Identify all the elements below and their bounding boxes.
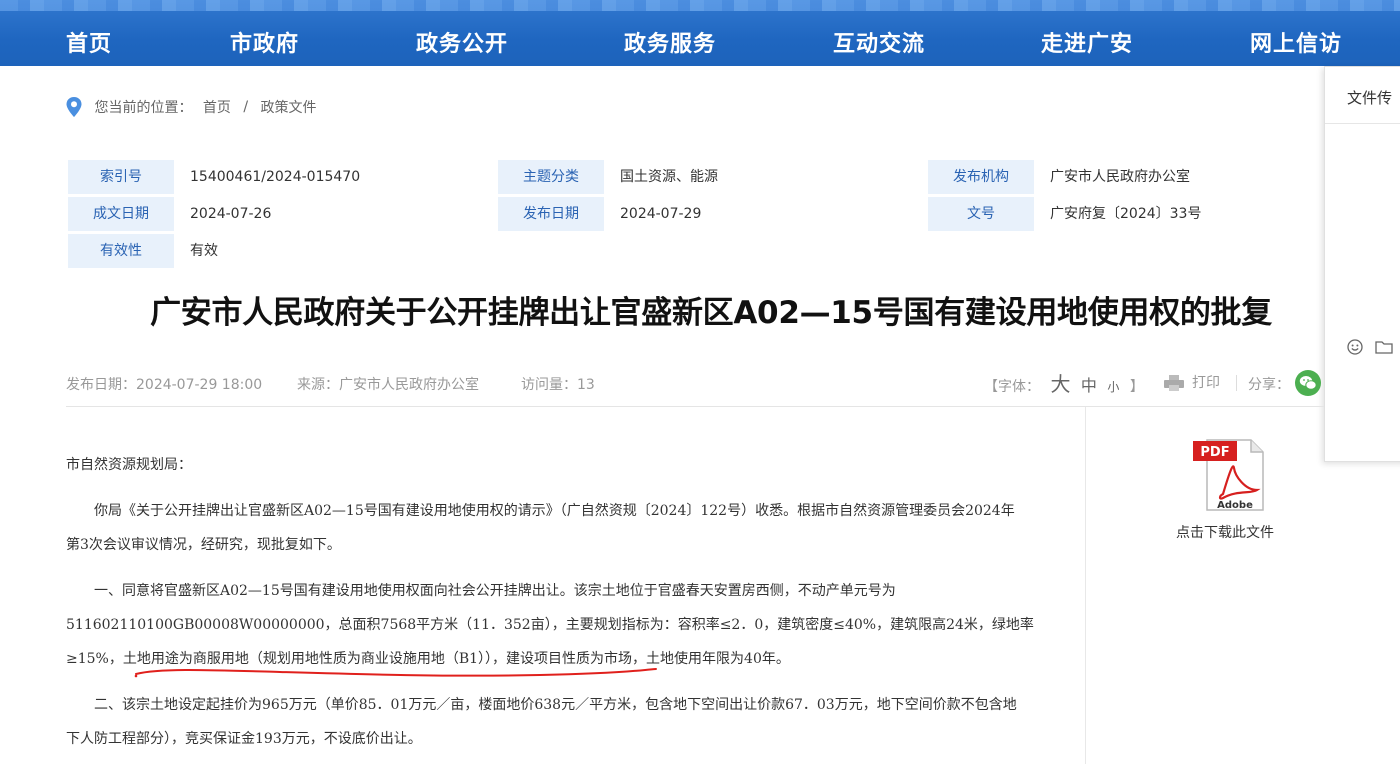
body-line-4: 511602110100GB00008W00000000，总面积7568平方米（… bbox=[66, 617, 1034, 633]
print-button[interactable]: 打印 bbox=[1164, 372, 1220, 392]
org-label: 发布机构 bbox=[928, 160, 1034, 194]
article-source: 来源：广安市人民政府办公室 bbox=[297, 377, 479, 393]
nav-item-city-gov[interactable]: 市政府 bbox=[230, 26, 299, 58]
nav-item-about-guangan[interactable]: 走进广安 bbox=[1041, 26, 1133, 58]
font-size-large-button[interactable]: 大 bbox=[1050, 368, 1070, 397]
publish-date-label: 发布日期 bbox=[498, 197, 604, 231]
breadcrumb-separator: / bbox=[243, 99, 249, 115]
toolbar-divider bbox=[1236, 375, 1237, 391]
nav-item-gov-services[interactable]: 政务服务 bbox=[624, 26, 716, 58]
pdf-file-icon[interactable]: PDF Adobe bbox=[1193, 438, 1267, 512]
doc-number-label: 文号 bbox=[928, 197, 1034, 231]
panel-divider bbox=[1325, 123, 1400, 124]
index-value: 15400461/2024-015470 bbox=[190, 169, 361, 185]
org-value: 广安市人民政府办公室 bbox=[1050, 169, 1190, 185]
validity-value: 有效 bbox=[190, 243, 218, 259]
doc-number-value: 广安府复〔2024〕33号 bbox=[1050, 206, 1202, 222]
panel-toolbar bbox=[1347, 335, 1400, 357]
location-pin-icon bbox=[66, 97, 82, 117]
font-size-control: 【字体： 大 中 小 】 bbox=[984, 368, 1144, 398]
written-date-value: 2024-07-26 bbox=[190, 206, 272, 222]
visit-count: 访问量：13 bbox=[521, 377, 595, 393]
topic-value: 国土资源、能源 bbox=[620, 169, 718, 185]
top-nav: 首页 市政府 政务公开 政务服务 互动交流 走进广安 网上信访 bbox=[0, 0, 1400, 66]
font-size-label-end: 】 bbox=[1129, 379, 1144, 395]
font-size-small-button[interactable]: 小 bbox=[1107, 378, 1119, 395]
breadcrumb: 您当前的位置： 首页 / 政策文件 bbox=[66, 97, 317, 117]
emoji-icon[interactable] bbox=[1347, 339, 1363, 355]
font-size-label: 【字体： bbox=[984, 379, 1040, 395]
article-title: 广安市人民政府关于公开挂牌出让官盛新区A02—15号国有建设用地使用权的批复 bbox=[150, 295, 1272, 331]
print-label: 打印 bbox=[1192, 375, 1220, 391]
nav-banner-strip bbox=[0, 0, 1400, 11]
validity-label: 有效性 bbox=[68, 234, 174, 268]
file-transfer-title: 文件传 bbox=[1347, 89, 1393, 107]
nav-item-gov-affairs-open[interactable]: 政务公开 bbox=[416, 26, 508, 58]
breadcrumb-policy-docs[interactable]: 政策文件 bbox=[261, 97, 317, 117]
written-date-label: 成文日期 bbox=[68, 197, 174, 231]
printer-icon bbox=[1164, 375, 1184, 391]
nav-item-online-petition[interactable]: 网上信访 bbox=[1250, 26, 1342, 58]
red-underline-annotation bbox=[134, 668, 657, 678]
wechat-icon bbox=[1299, 376, 1317, 390]
pdf-label: PDF bbox=[1200, 445, 1229, 460]
breadcrumb-prefix: 您当前的位置： bbox=[94, 100, 193, 116]
folder-icon[interactable] bbox=[1375, 339, 1393, 355]
recipient-line: 市自然资源规划局： bbox=[66, 457, 192, 473]
wechat-share-button[interactable] bbox=[1295, 370, 1321, 396]
body-line-3: 一、同意将官盛新区A02—15号国有建设用地使用权面向社会公开挂牌出让。该宗土地… bbox=[66, 583, 896, 599]
body-line-6: 二、该宗土地设定起挂价为965万元（单价85．01万元／亩，楼面地价638元／平… bbox=[66, 697, 1017, 713]
nav-item-home[interactable]: 首页 bbox=[66, 26, 112, 58]
header-divider bbox=[66, 406, 1324, 407]
breadcrumb-home[interactable]: 首页 bbox=[203, 97, 231, 117]
index-label: 索引号 bbox=[68, 160, 174, 194]
publish-date-value: 2024-07-29 bbox=[620, 206, 702, 222]
body-line-7: 下人防工程部分），竞买保证金193万元，不设底价出让。 bbox=[66, 731, 422, 747]
sidebar-divider bbox=[1085, 407, 1086, 764]
topic-label: 主题分类 bbox=[498, 160, 604, 194]
file-transfer-panel: 文件传 bbox=[1324, 66, 1400, 462]
adobe-label: Adobe bbox=[1217, 500, 1253, 511]
body-line-2: 第3次会议审议情况，经研究，现批复如下。 bbox=[66, 537, 341, 553]
share-label: 分享： bbox=[1248, 377, 1290, 393]
publish-time: 发布日期：2024-07-29 18:00 bbox=[66, 377, 263, 393]
font-size-medium-button[interactable]: 中 bbox=[1081, 372, 1097, 396]
body-line-1: 你局《关于公开挂牌出让官盛新区A02—15号国有建设用地使用权的请示》（广自然资… bbox=[66, 503, 1015, 519]
nav-item-interaction[interactable]: 互动交流 bbox=[833, 26, 925, 58]
download-file-link[interactable]: 点击下载此文件 bbox=[1176, 522, 1274, 542]
